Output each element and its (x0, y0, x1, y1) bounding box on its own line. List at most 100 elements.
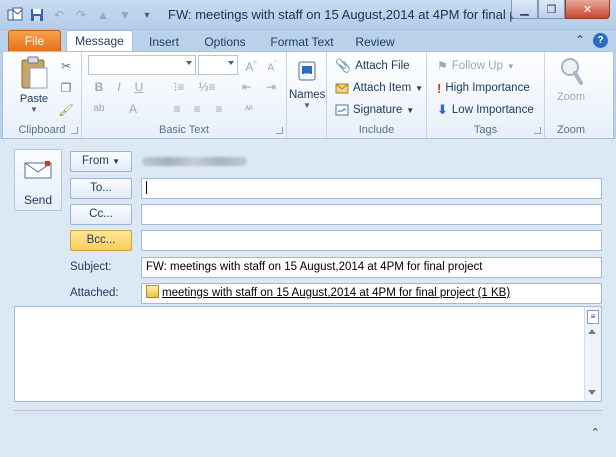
attachment-link[interactable]: meetings with staff on 15 August,2014 at… (162, 287, 510, 299)
tab-file[interactable]: File (8, 30, 61, 52)
attachment-field: meetings with staff on 15 August,2014 at… (141, 283, 602, 304)
undo-icon[interactable]: ↶ (50, 6, 68, 24)
underline-icon[interactable]: U (130, 78, 148, 96)
ruler-toggle-icon[interactable]: ≡ (587, 310, 599, 324)
send-icon (24, 161, 52, 179)
attach-item-button[interactable]: Attach Item ▼ (335, 78, 423, 98)
cc-field[interactable] (141, 204, 602, 225)
save-icon[interactable] (28, 6, 46, 24)
window-controls: ▁ ❐ ✕ (511, 0, 610, 19)
signature-dropdown-arrow: ▼ (406, 105, 415, 115)
from-button[interactable]: From ▼ (70, 151, 132, 172)
collapse-ribbon-icon[interactable]: ⌃ (575, 33, 585, 48)
attach-file-button[interactable]: 📎 Attach File (335, 56, 410, 76)
format-painter-icon[interactable]: 🖌 (57, 101, 75, 119)
tab-insert[interactable]: Insert (140, 33, 188, 52)
ribbon-help-area: ⌃ ? (575, 33, 608, 48)
bold-icon[interactable]: B (90, 78, 108, 96)
help-icon[interactable]: ? (593, 33, 608, 48)
include-group: 📎 Attach File Attach Item ▼ Signature ▼ … (327, 52, 427, 138)
restore-button[interactable]: ❐ (538, 0, 565, 19)
align-center-icon[interactable]: ≡ (188, 100, 206, 118)
exclamation-icon: ! (437, 80, 442, 96)
clipboard-launcher-icon[interactable] (71, 127, 78, 134)
follow-up-dropdown-arrow: ▼ (506, 61, 515, 71)
send-button[interactable]: Send (14, 149, 62, 211)
address-book-icon (298, 61, 316, 81)
down-arrow-icon[interactable]: ▼ (116, 6, 134, 24)
increase-indent-icon[interactable]: ⇥ (262, 78, 280, 96)
zoom-button[interactable]: Zoom (549, 56, 593, 103)
clipboard-group: Paste ▼ ✂ ❐ 🖌 Clipboard (3, 52, 82, 138)
shrink-font-icon[interactable]: Aˇ (263, 56, 281, 74)
up-arrow-icon[interactable]: ▲ (94, 6, 112, 24)
tab-review[interactable]: Review (349, 33, 401, 52)
title-bar: ↶ ↷ ▲ ▼ ▾ FW: meetings with staff on 15 … (0, 0, 616, 30)
basic-text-launcher-icon[interactable] (276, 127, 283, 134)
clear-formatting-icon[interactable]: ᴬᴮ (240, 100, 258, 118)
highlight-icon[interactable]: ab (90, 100, 108, 118)
paperclip-icon: 📎 (335, 58, 352, 73)
bullets-icon[interactable]: ⁝≡ (170, 78, 188, 96)
tab-message[interactable]: Message (66, 30, 133, 53)
text-caret (146, 181, 147, 195)
font-color-icon[interactable]: A (124, 100, 142, 118)
customize-qat-icon[interactable]: ▾ (138, 6, 156, 24)
copy-icon[interactable]: ❐ (57, 79, 75, 97)
subject-field[interactable]: FW: meetings with staff on 15 August,201… (141, 257, 602, 278)
tab-format-text[interactable]: Format Text (263, 33, 341, 52)
cc-button[interactable]: Cc... (70, 204, 132, 225)
attach-item-icon (335, 81, 349, 95)
body-scrollbar[interactable]: ≡ (584, 307, 601, 401)
clipboard-group-label: Clipboard (18, 124, 66, 136)
font-size-dropdown[interactable] (198, 55, 238, 75)
italic-icon[interactable]: I (110, 78, 128, 96)
grow-font-icon[interactable]: A^ (242, 56, 260, 74)
decrease-indent-icon[interactable]: ⇤ (238, 78, 256, 96)
tab-options[interactable]: Options (196, 33, 254, 52)
numbering-icon[interactable]: ⅓≡ (198, 78, 216, 96)
from-dropdown-arrow: ▼ (112, 157, 120, 166)
tags-group-label: Tags (473, 124, 498, 136)
scroll-up-icon[interactable] (588, 329, 596, 334)
align-left-icon[interactable]: ≡ (168, 100, 186, 118)
message-body[interactable]: ≡ (14, 306, 602, 402)
basic-text-group: A^ Aˇ B I U ⁝≡ ⅓≡ ⇤ ⇥ ab A ≡ ≡ ≡ ᴬᴮ Basi… (82, 52, 287, 138)
ribbon-tab-row: File Message Insert Options Format Text … (0, 30, 616, 53)
low-importance-button[interactable]: ⬇ Low Importance (437, 100, 534, 120)
divider (14, 413, 602, 414)
window-title: FW: meetings with staff on 15 August,201… (168, 7, 531, 22)
flag-icon: ⚑ (437, 59, 448, 73)
tags-launcher-icon[interactable] (534, 127, 541, 134)
attachment-file-icon (146, 285, 159, 298)
bcc-button[interactable]: Bcc... (70, 230, 132, 251)
font-name-dropdown[interactable] (88, 55, 196, 75)
outlook-icon[interactable] (6, 6, 24, 24)
basic-text-group-label: Basic Text (159, 124, 209, 136)
zoom-group: Zoom Zoom (545, 52, 597, 138)
divider (14, 410, 602, 411)
compose-area: Send From ▼ To... Cc... Bcc... Subject: … (0, 139, 616, 457)
restore-icon: ❐ (546, 3, 557, 16)
redo-icon[interactable]: ↷ (72, 6, 90, 24)
scroll-down-icon[interactable] (588, 390, 596, 395)
magnifier-icon (561, 58, 583, 85)
bcc-field[interactable] (141, 230, 602, 251)
names-group: Names ▼ (287, 52, 327, 138)
minimize-button[interactable]: ▁ (511, 0, 538, 19)
cut-icon[interactable]: ✂ (57, 57, 75, 75)
tags-group: ⚑ Follow Up ▼ ! High Importance ⬇ Low Im… (427, 52, 545, 138)
paste-icon (21, 56, 48, 89)
signature-button[interactable]: Signature ▼ (335, 100, 414, 120)
follow-up-button[interactable]: ⚑ Follow Up ▼ (437, 56, 515, 76)
to-button[interactable]: To... (70, 178, 132, 199)
people-pane-toggle-icon[interactable]: ⌃ (591, 426, 600, 439)
align-right-icon[interactable]: ≡ (210, 100, 228, 118)
paste-button[interactable]: Paste ▼ (11, 56, 57, 114)
to-field[interactable] (141, 178, 602, 199)
names-button[interactable]: Names ▼ (289, 60, 325, 110)
high-importance-button[interactable]: ! High Importance (437, 78, 530, 98)
subject-label: Subject: (70, 261, 112, 273)
from-address-redacted (142, 157, 247, 166)
close-button[interactable]: ✕ (565, 0, 610, 19)
